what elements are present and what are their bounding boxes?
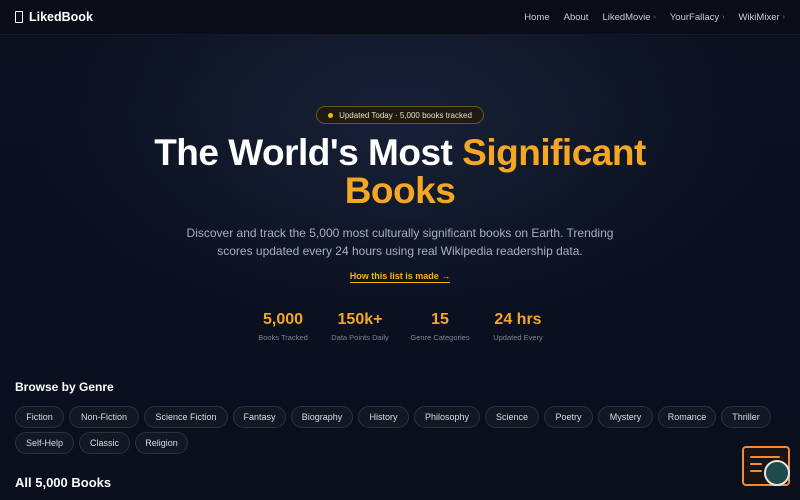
- genre-chip-thriller[interactable]: Thriller: [721, 406, 771, 428]
- nav-link-yourfallacy[interactable]: YourFallacy ›: [670, 12, 725, 23]
- genre-chip-self-help[interactable]: Self-Help: [15, 432, 74, 454]
- stat-label: Genre Categories: [410, 333, 470, 342]
- genre-chip-romance[interactable]: Romance: [658, 406, 716, 428]
- genre-chip-biography[interactable]: Biography: [291, 406, 353, 428]
- stat-data-points: 150k+ Data Points Daily: [326, 310, 394, 342]
- how-list-made-link[interactable]: How this list is made →: [349, 271, 451, 283]
- genre-chip-science[interactable]: Science: [485, 406, 539, 428]
- stat-value: 5,000: [262, 311, 304, 328]
- genre-chip-classic[interactable]: Classic: [79, 432, 130, 454]
- widget-line: [750, 456, 780, 458]
- floating-help-widget[interactable]: [742, 446, 790, 486]
- brand-name: LikedBook: [29, 10, 93, 24]
- stat-value: 150k+: [337, 311, 383, 328]
- genre-chip-fantasy[interactable]: Fantasy: [233, 406, 286, 428]
- stat-books-tracked: 5,000 Books Tracked: [250, 310, 316, 342]
- book-icon: [15, 11, 23, 23]
- browse-genre-heading: Browse by Genre: [15, 380, 114, 394]
- stat-value: 15: [431, 311, 449, 328]
- genre-chip-history[interactable]: History: [358, 406, 409, 428]
- chevron-right-icon: ›: [782, 13, 785, 21]
- nav-link-label: Home: [524, 11, 550, 23]
- chevron-right-icon: ›: [722, 13, 725, 21]
- stat-label: Books Tracked: [258, 333, 308, 342]
- nav-link-label: WikiMixer: [738, 11, 780, 23]
- hero-subtitle-line2: scores updated every 24 hours using real…: [217, 244, 583, 258]
- update-badge: Updated Today · 5,000 books tracked: [316, 106, 484, 124]
- stat-value: 24 hrs: [494, 311, 542, 328]
- widget-line: [750, 470, 762, 472]
- hero-subtitle-line1: Discover and track the 5,000 most cultur…: [186, 226, 614, 240]
- nav-link-label: YourFallacy: [669, 11, 720, 23]
- brand-logo[interactable]: LikedBook: [15, 10, 93, 24]
- nav-links: Home About LikedMovie › YourFallacy › Wiki…: [510, 12, 785, 23]
- chevron-right-icon: ›: [653, 13, 656, 21]
- status-dot-icon: [328, 112, 334, 118]
- page-title-line1: The World's Most Significant: [0, 134, 800, 172]
- how-list-made-container: How this list is made →: [0, 271, 800, 283]
- stat-label: Updated Every: [493, 333, 543, 342]
- nav-link-about[interactable]: About: [564, 12, 589, 23]
- stat-label: Data Points Daily: [331, 333, 389, 342]
- page-title-line2: Books: [344, 170, 456, 211]
- title-text: The World's Most: [154, 132, 463, 173]
- nav-link-label: About: [563, 11, 589, 23]
- genre-chip-fiction[interactable]: Fiction: [15, 406, 64, 428]
- genre-chip-non-fiction[interactable]: Non-Fiction: [69, 406, 139, 428]
- genre-chip-philosophy[interactable]: Philosophy: [414, 406, 480, 428]
- nav-link-label: LikedMovie: [602, 11, 651, 23]
- widget-line: [750, 463, 762, 465]
- genre-chip-mystery[interactable]: Mystery: [598, 406, 653, 428]
- badge-text: Updated Today · 5,000 books tracked: [339, 110, 472, 120]
- all-books-heading: All 5,000 Books: [15, 475, 112, 490]
- genre-chip-poetry[interactable]: Poetry: [544, 406, 593, 428]
- nav-link-wikimixer[interactable]: WikiMixer ›: [738, 12, 785, 23]
- top-nav: LikedBook Home About LikedMovie › YourFal…: [0, 0, 800, 35]
- stat-updated-every: 24 hrs Updated Every: [486, 310, 550, 342]
- title-highlight: Significant: [462, 132, 646, 173]
- stat-genre-categories: 15 Genre Categories: [404, 310, 476, 342]
- genre-chip-science-fiction[interactable]: Science Fiction: [144, 406, 228, 428]
- genre-chip-religion[interactable]: Religion: [135, 432, 188, 454]
- nav-link-likedmovie[interactable]: LikedMovie ›: [602, 12, 655, 23]
- chat-bubble-icon: [764, 460, 790, 486]
- nav-link-home[interactable]: Home: [524, 12, 549, 23]
